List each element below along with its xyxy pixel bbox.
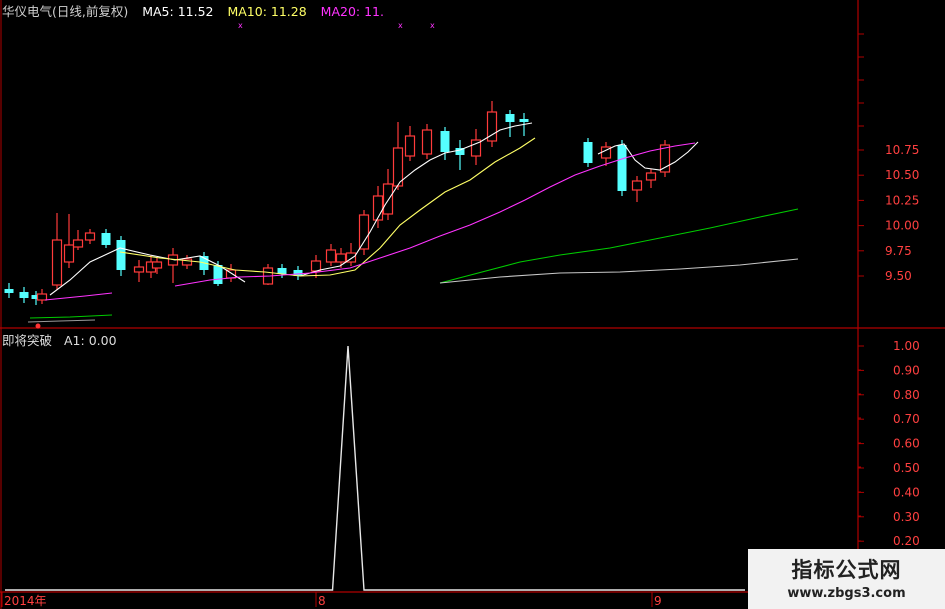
candle-body-up [392, 147, 404, 187]
candle-body-up [36, 293, 48, 301]
candle-body-up [63, 244, 75, 263]
candle-body-down [505, 114, 515, 122]
indicator-value: A1: 0.00 [64, 333, 117, 348]
chart-header: 华仪电气(日线,前复权) MA5: 11.52 MA10: 11.28 MA20… [2, 1, 394, 20]
date-label: 8 [318, 594, 326, 608]
watermark-url: www.zbgs3.com [787, 586, 906, 601]
candle-body-up [421, 129, 433, 155]
candle-body-up [404, 135, 416, 157]
price-axis: 9.50 9.75 10.00 10.25 10.50 10.75 [858, 33, 919, 283]
ma20-line [44, 292, 113, 301]
candle-body-down [519, 119, 529, 122]
ma-marker: x [430, 21, 435, 30]
candle-body-down [19, 292, 29, 298]
candle-body-up [358, 214, 370, 250]
ma5-value: MA5: 11.52 [142, 4, 214, 19]
ma-other-line [439, 258, 799, 284]
indicator-header: 即将突破 A1: 0.00 [2, 330, 117, 349]
indicator-tick-label: 0.80 [893, 388, 920, 402]
ma-marker: x [398, 21, 403, 30]
stock-title: 华仪电气(日线,前复权) [2, 4, 129, 19]
price-tick-label: 9.75 [885, 244, 912, 258]
indicator-pane[interactable] [5, 345, 745, 591]
candle-body-up [631, 180, 643, 191]
chart-canvas: x x x 9.50 9.75 10.00 10.25 10.50 10.75 0.20 0.3… [0, 0, 945, 609]
indicator-tick-label: 0.20 [893, 534, 920, 548]
indicator-tick-label: 0.60 [893, 437, 920, 451]
indicator-tick-label: 0.40 [893, 485, 920, 499]
price-tick-label: 10.50 [885, 168, 919, 182]
candle-body-up [310, 260, 322, 272]
event-marker [35, 323, 41, 329]
ma20-value: MA20: 11. [320, 4, 384, 19]
indicator-tick-label: 1.00 [893, 339, 920, 353]
candle-body-down [583, 142, 593, 163]
price-pane[interactable]: xxx [4, 21, 799, 329]
ma-marker: x [238, 21, 243, 30]
candle-body-down [617, 145, 627, 191]
indicator-tick-label: 0.50 [893, 461, 920, 475]
date-label: 2014年 [4, 594, 47, 608]
indicator-axis: 0.20 0.30 0.40 0.50 0.60 0.70 0.80 0.90 1.00 [858, 339, 920, 566]
candle-body-up [372, 195, 384, 221]
candle-body-down [101, 233, 111, 245]
date-axis: 2014年 8 9 [1, 592, 662, 608]
indicator-tick-label: 0.90 [893, 363, 920, 377]
candle-body-up [133, 266, 145, 273]
watermark-title: 指标公式网 [791, 558, 902, 582]
candle-body-up [51, 239, 63, 286]
candle-body-down [116, 240, 126, 270]
price-tick-label: 10.25 [885, 193, 919, 207]
indicator-tick-label: 0.30 [893, 510, 920, 524]
price-tick-label: 10.75 [885, 143, 919, 157]
candle-body-down [213, 265, 223, 284]
chart-frame [0, 0, 945, 609]
indicator-tick-label: 0.70 [893, 412, 920, 426]
candle-body-up [151, 261, 163, 269]
watermark-badge: 指标公式网 www.zbgs3.com [748, 549, 945, 609]
candle-body-up [72, 239, 84, 248]
candle-body-up [382, 183, 394, 215]
candle-body-up [645, 172, 657, 181]
ma20-line [174, 142, 696, 287]
price-tick-label: 9.50 [885, 269, 912, 283]
a1-signal-line [5, 345, 745, 591]
date-label: 9 [654, 594, 662, 608]
candle-body-up [325, 249, 337, 263]
ma60-line [29, 314, 113, 319]
candle-body-down [440, 131, 450, 152]
price-tick-label: 10.00 [885, 219, 919, 233]
ma5-line [597, 141, 699, 171]
candle-body-up [335, 253, 347, 263]
candle-body-down [4, 289, 14, 293]
ma10-value: MA10: 11.28 [227, 4, 307, 19]
candle-body-up [84, 232, 96, 241]
indicator-name: 即将突破 [2, 333, 53, 348]
ma-gray-short-line [27, 319, 96, 323]
